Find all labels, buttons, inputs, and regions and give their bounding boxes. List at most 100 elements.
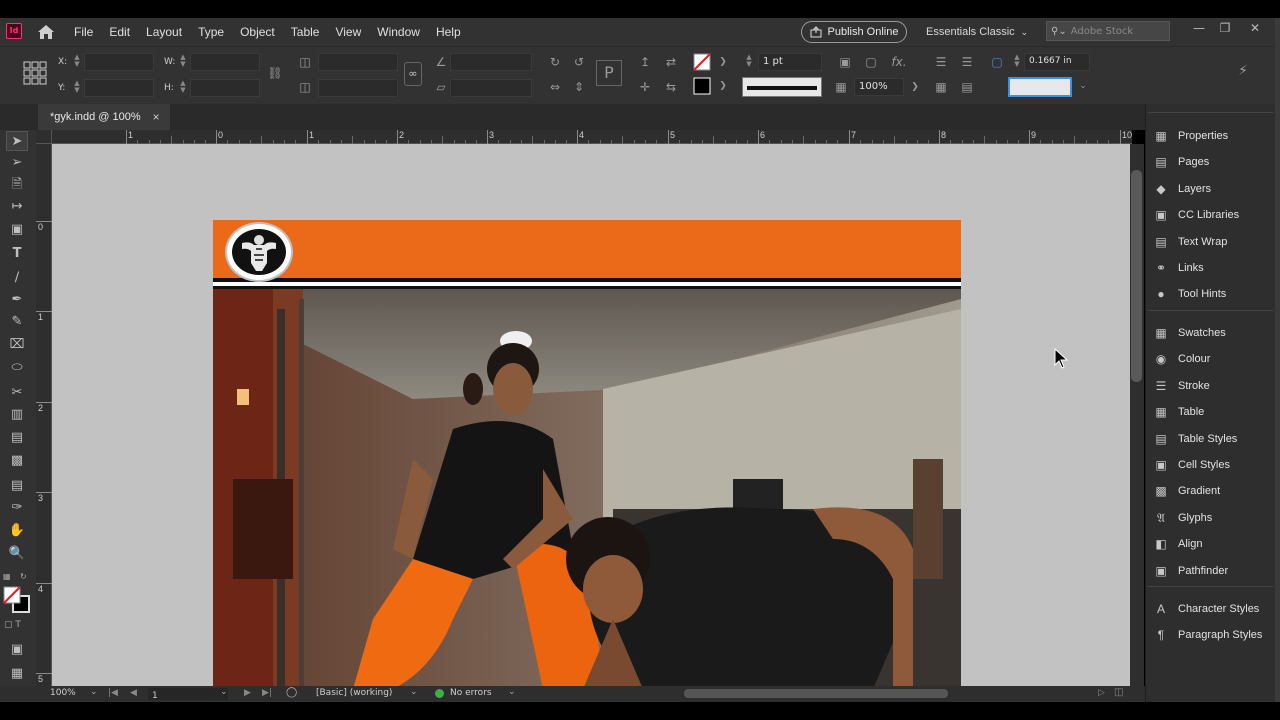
fit-content-icon[interactable]: ▢ [862,53,880,71]
page-number-field[interactable]: 1 [148,688,228,701]
corner-size-stepper[interactable]: ▲ ▼ [1012,54,1022,68]
menu-window[interactable]: Window [377,25,420,39]
gym-logo[interactable] [225,222,293,282]
first-page-icon[interactable]: |◀ [108,688,118,698]
menu-table[interactable]: Table [291,25,320,39]
paragraph-direction-icon[interactable]: P [596,60,622,86]
fill-menu-arrow[interactable]: ❯ [714,53,732,71]
workspace-switcher[interactable]: Essentials Classic ⌄ [920,21,1036,43]
minimize-button[interactable]: — [1186,18,1212,40]
pen-tool-icon[interactable]: ✒ [6,290,28,310]
next-page-icon[interactable]: ▶ [244,688,251,698]
opacity-menu-arrow[interactable]: ❯ [906,78,924,96]
screen-mode-icon[interactable]: ▦ [6,664,28,684]
selection-tool-icon[interactable]: ➤ [6,131,28,151]
type-tool-icon[interactable]: T [6,244,28,264]
chevron-down-icon[interactable]: ⌄ [410,687,418,697]
flip-vertical-icon[interactable]: ⇕ [570,78,588,96]
panel-cell-styles[interactable]: ▣ Cell Styles [1152,453,1272,477]
align-center-icon[interactable]: ☰ [958,53,976,71]
panel-gradient[interactable]: ▩ Gradient [1152,479,1272,503]
normal-view-icon[interactable]: ▣ [6,640,28,660]
vertical-scroll-thumb[interactable] [1131,170,1142,382]
panel-colour[interactable]: ◉ Colour [1152,347,1272,371]
panel-text-wrap[interactable]: ▤ Text Wrap [1152,230,1272,254]
menu-file[interactable]: File [74,25,93,39]
constrain-proportions-icon[interactable]: ⛓ [266,64,284,82]
quick-apply-icon[interactable]: ⚡ [1234,62,1252,80]
text-wrap-none-icon[interactable]: ▦ [932,78,950,96]
corner-options-icon[interactable]: ▢ [988,53,1006,71]
gap-tool-icon[interactable]: ↦ [6,197,28,217]
align-left-icon[interactable]: ☰ [932,53,950,71]
gradient-swatch-tool-icon[interactable]: ▤ [6,428,28,448]
default-colors-icon[interactable]: ▦ [3,572,13,582]
horizontal-scroll-thumb[interactable] [684,689,948,698]
scissors-tool-icon[interactable]: ✂ [6,383,28,403]
stroke-swatch[interactable] [693,77,711,95]
close-window-button[interactable]: ✕ [1242,18,1268,40]
hand-tool-icon[interactable]: ✋ [6,521,28,541]
fill-none-swatch[interactable] [693,53,711,71]
panel-glyphs[interactable]: 𝔄 Glyphs [1152,506,1272,530]
preflight-errors[interactable]: No errors [450,688,492,698]
swap-colors-icon[interactable]: ↻ [20,572,30,582]
stroke-weight-field[interactable]: 1 pt [758,53,822,71]
scroll-right-icon[interactable]: ▷ [1098,688,1105,698]
x-field[interactable] [84,53,154,71]
corner-size-field[interactable]: 0.1667 in [1024,53,1090,71]
opacity-field[interactable]: 100% [854,78,904,96]
panel-table[interactable]: ▦ Table [1152,400,1272,424]
link-scale-icon[interactable]: ∞ [404,62,422,86]
style-status[interactable]: [Basic] (working) [316,688,392,698]
line-tool-icon[interactable]: ∕ [6,268,28,288]
free-transform-tool-icon[interactable]: ▥ [6,405,28,425]
adobe-stock-search[interactable]: ⚲⌄ Adobe Stock [1046,21,1170,41]
panel-properties[interactable]: ▦ Properties [1152,124,1272,148]
chevron-down-icon[interactable]: ⌄ [508,687,516,697]
y-stepper[interactable]: ▲ ▼ [72,80,82,94]
panel-paragraph-styles[interactable]: ¶ Paragraph Styles [1152,623,1272,647]
fill-stroke-swatch-icon[interactable] [3,586,31,614]
home-icon[interactable] [36,22,56,42]
publish-online-button[interactable]: Publish Online [801,21,907,43]
panel-align[interactable]: ◧ Align [1152,532,1272,556]
rotate-cw-icon[interactable]: ↻ [546,53,564,71]
menu-object[interactable]: Object [240,25,275,39]
menu-type[interactable]: Type [198,25,224,39]
zoom-level[interactable]: 100% [50,688,76,698]
select-previous-icon[interactable]: ⇄ [662,53,680,71]
direct-selection-tool-icon[interactable]: ➢ [6,153,28,173]
header-band[interactable] [213,220,961,278]
scale-x-field[interactable] [318,53,398,71]
restore-button[interactable]: ❐ [1212,18,1238,40]
gradient-feather-tool-icon[interactable]: ▩ [6,451,28,471]
rectangle-frame-tool-icon[interactable]: ⌧ [6,335,28,355]
stroke-type-select[interactable] [742,77,822,97]
ruler-origin[interactable] [36,130,52,144]
frame-fitting-icon[interactable]: ▣ [836,53,854,71]
chevron-down-icon[interactable]: ⌄ [90,687,98,697]
gym-training-photo[interactable] [213,289,961,686]
menu-help[interactable]: Help [436,25,461,39]
panel-character-styles[interactable]: A Character Styles [1152,597,1272,621]
last-page-icon[interactable]: ▶| [262,688,272,698]
pencil-tool-icon[interactable]: ✎ [6,312,28,332]
x-stepper[interactable]: ▲ ▼ [72,54,82,68]
formatting-container-icon[interactable]: ▢ T [4,620,21,630]
panel-stroke[interactable]: ☰ Stroke [1152,374,1272,398]
ellipse-tool-icon[interactable]: ⬭ [6,358,28,378]
select-next-icon[interactable]: ⇆ [662,78,680,96]
close-tab-icon[interactable]: × [153,110,160,124]
panel-tool-hints[interactable]: ● Tool Hints [1152,282,1272,306]
h-stepper[interactable]: ▲ ▼ [178,80,188,94]
content-collector-icon[interactable]: ▣ [6,220,28,240]
flip-horizontal-icon[interactable]: ⇔ [546,78,564,96]
chevron-down-icon[interactable]: ⌄ [1074,77,1092,95]
panel-layers[interactable]: ◆ Layers [1152,177,1272,201]
rotation-field[interactable] [450,53,532,71]
menu-layout[interactable]: Layout [146,25,182,39]
h-field[interactable] [190,79,260,97]
stroke-menu-arrow[interactable]: ❯ [714,77,732,95]
select-content-icon[interactable]: ✛ [636,78,654,96]
